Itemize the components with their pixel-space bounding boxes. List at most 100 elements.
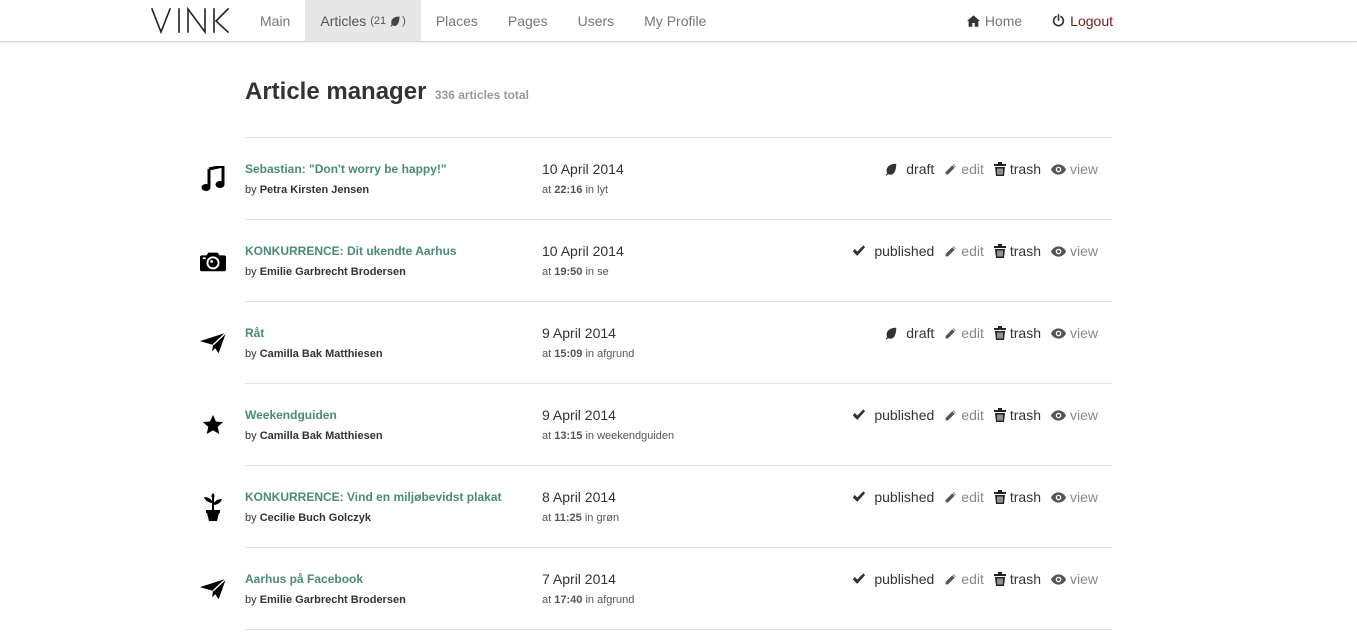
status-published-button[interactable]: published xyxy=(852,571,934,587)
status-published-button[interactable]: published xyxy=(852,243,934,259)
trash-button[interactable]: trash xyxy=(993,571,1041,587)
article-meta: at 15:09 in afgrund xyxy=(542,348,635,360)
article-title-link[interactable]: Weekendguiden xyxy=(245,408,337,422)
article-date: 7 April 2014 xyxy=(542,571,616,587)
home-icon xyxy=(966,14,980,27)
trash-button[interactable]: trash xyxy=(993,325,1041,341)
article-row: KONKURRENCE: Vind en miljøbevidst plakat… xyxy=(204,466,1112,548)
nav-item-articles[interactable]: Articles (21 ) xyxy=(305,0,421,41)
status-draft-button[interactable]: draft xyxy=(884,325,934,341)
article-time: 22:16 xyxy=(554,184,583,196)
article-byline: by Emilie Garbrecht Brodersen xyxy=(245,266,406,278)
eye-icon xyxy=(1050,245,1066,257)
article-list: Sebastian: "Don't worry be happy!" by Pe… xyxy=(200,137,1112,630)
edit-button[interactable]: edit xyxy=(944,325,984,341)
article-row: Aarhus på Facebook by Emilie Garbrecht B… xyxy=(200,548,1112,630)
eye-icon xyxy=(1050,163,1066,175)
article-author: Emilie Garbrecht Brodersen xyxy=(259,266,406,278)
article-category: grøn xyxy=(596,512,620,524)
article-title-link[interactable]: Sebastian: "Don't worry be happy!" xyxy=(245,162,447,176)
eye-icon xyxy=(1050,573,1066,585)
pencil-icon xyxy=(945,409,957,420)
article-title-link[interactable]: Aarhus på Facebook xyxy=(245,572,363,586)
edit-button[interactable]: edit xyxy=(944,161,984,177)
paper-plane-icon xyxy=(200,330,226,356)
eye-icon xyxy=(1050,491,1066,503)
article-author: Camilla Bak Matthiesen xyxy=(259,348,383,360)
article-meta: at 11:25 in grøn xyxy=(542,512,620,524)
logout-link[interactable]: Logout xyxy=(1052,13,1113,29)
articles-draft-count: (21 ) xyxy=(370,14,406,27)
nav-item-users[interactable]: Users xyxy=(563,0,630,41)
article-category: afgrund xyxy=(597,348,635,360)
eye-icon xyxy=(1050,327,1066,339)
pencil-icon xyxy=(945,245,957,256)
status-draft-button[interactable]: draft xyxy=(884,161,934,177)
pencil-icon xyxy=(945,327,957,338)
article-category: lyt xyxy=(597,184,609,196)
edit-button[interactable]: edit xyxy=(944,407,984,423)
article-title-link[interactable]: Råt xyxy=(245,326,264,340)
leaf-icon xyxy=(886,327,897,340)
article-meta: at 13:15 in weekendguiden xyxy=(542,430,675,442)
article-meta: at 22:16 in lyt xyxy=(542,184,609,196)
view-button[interactable]: view xyxy=(1050,325,1098,341)
eye-icon xyxy=(1050,409,1066,421)
top-navbar: Main Articles (21 ) Places Pages Users M… xyxy=(0,0,1357,42)
article-time: 13:15 xyxy=(554,430,583,442)
trash-icon xyxy=(993,408,1006,422)
checkmark-icon xyxy=(853,245,866,256)
trash-icon xyxy=(993,572,1006,586)
checkmark-icon xyxy=(853,573,866,584)
view-button[interactable]: view xyxy=(1050,161,1098,177)
view-button[interactable]: view xyxy=(1050,489,1098,505)
article-date: 8 April 2014 xyxy=(542,489,616,505)
article-row: KONKURRENCE: Dit ukendte Aarhus by Emili… xyxy=(200,220,1112,302)
article-byline: by Cecilie Buch Golczyk xyxy=(245,512,371,524)
status-published-button[interactable]: published xyxy=(852,489,934,505)
checkmark-icon xyxy=(853,409,866,420)
main-nav: Main Articles (21 ) Places Pages Users M… xyxy=(245,0,721,41)
edit-button[interactable]: edit xyxy=(944,243,984,259)
article-category: se xyxy=(597,266,609,278)
trash-button[interactable]: trash xyxy=(993,243,1041,259)
article-author: Petra Kirsten Jensen xyxy=(259,184,370,196)
trash-button[interactable]: trash xyxy=(993,407,1041,423)
view-button[interactable]: view xyxy=(1050,243,1098,259)
article-meta: at 19:50 in se xyxy=(542,266,609,278)
article-date: 9 April 2014 xyxy=(542,407,616,423)
article-actions: published edit trash view xyxy=(842,243,1098,259)
article-row: Weekendguiden by Camilla Bak Matthiesen … xyxy=(202,384,1112,466)
pencil-icon xyxy=(945,491,957,502)
status-published-button[interactable]: published xyxy=(852,407,934,423)
article-time: 19:50 xyxy=(554,266,583,278)
edit-button[interactable]: edit xyxy=(944,489,984,505)
view-button[interactable]: view xyxy=(1050,407,1098,423)
nav-item-my-profile[interactable]: My Profile xyxy=(629,0,721,41)
article-author: Emilie Garbrecht Brodersen xyxy=(259,594,406,606)
article-date: 9 April 2014 xyxy=(542,325,616,341)
nav-item-pages[interactable]: Pages xyxy=(493,0,563,41)
article-actions: published edit trash view xyxy=(842,571,1098,587)
trash-icon xyxy=(993,490,1006,504)
view-button[interactable]: view xyxy=(1050,571,1098,587)
paper-plane-icon xyxy=(200,576,226,602)
article-title-link[interactable]: KONKURRENCE: Dit ukendte Aarhus xyxy=(245,244,457,258)
pencil-icon xyxy=(945,573,957,584)
article-title-link[interactable]: KONKURRENCE: Vind en miljøbevidst plakat xyxy=(245,490,501,504)
plant-icon xyxy=(200,493,226,521)
nav-item-places[interactable]: Places xyxy=(421,0,493,41)
trash-button[interactable]: trash xyxy=(993,161,1041,177)
article-total-count: 336 articles total xyxy=(434,88,529,102)
article-time: 15:09 xyxy=(554,348,583,360)
article-byline: by Petra Kirsten Jensen xyxy=(245,184,370,196)
home-link[interactable]: Home xyxy=(966,13,1022,29)
vink-logo[interactable] xyxy=(150,6,230,34)
nav-item-main[interactable]: Main xyxy=(245,0,305,41)
trash-button[interactable]: trash xyxy=(993,489,1041,505)
article-time: 11:25 xyxy=(554,512,582,524)
edit-button[interactable]: edit xyxy=(944,571,984,587)
trash-icon xyxy=(993,244,1006,258)
article-category: weekendguiden xyxy=(597,430,675,442)
article-time: 17:40 xyxy=(554,594,583,606)
